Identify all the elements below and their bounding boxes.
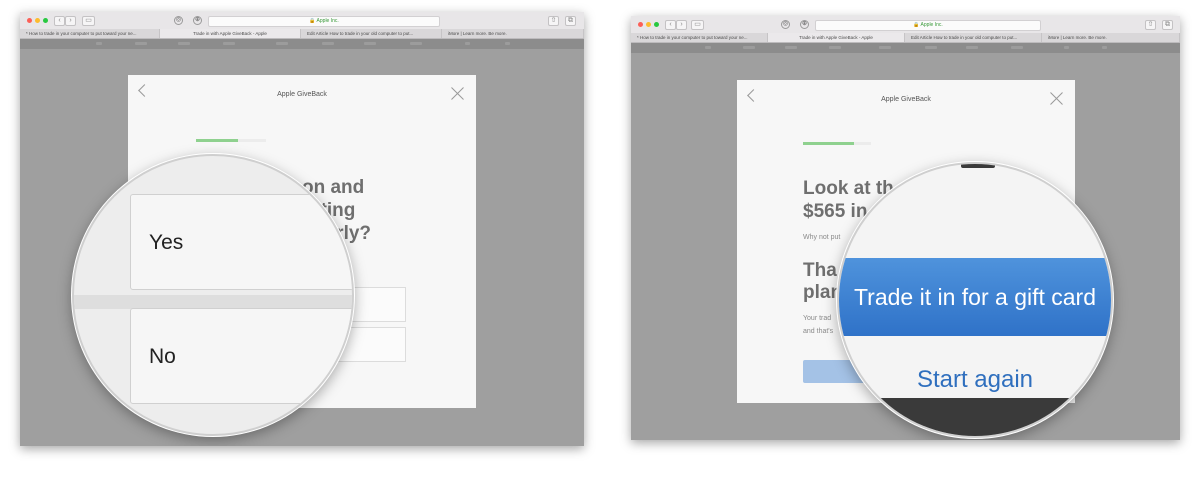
start-again-label: Start again [916, 366, 1034, 393]
nav-item[interactable] [925, 46, 937, 49]
plan-heading-line: Tha [803, 260, 837, 281]
option-yes-button[interactable]: Yes [130, 194, 352, 290]
tabs-overview-icon[interactable]: ⧉ [565, 16, 576, 26]
lens-top-text-remnant [961, 164, 995, 168]
nav-item[interactable] [785, 46, 797, 49]
nav-item[interactable] [829, 46, 841, 49]
back-arrow-icon[interactable]: ‹ [54, 16, 65, 26]
lock-icon: 🔒 [309, 18, 316, 24]
address-bar-url: Apple Inc. [316, 18, 339, 24]
bag-icon[interactable] [505, 42, 510, 45]
progress-bar [803, 142, 871, 145]
nav-item[interactable] [276, 42, 288, 45]
nav-item[interactable] [1011, 46, 1023, 49]
nav-item[interactable] [135, 42, 147, 45]
trade-in-gift-card-button[interactable]: Trade it in for a gift card [839, 258, 1111, 336]
nav-item[interactable] [178, 42, 190, 45]
sidebar-icon[interactable]: ▭ [691, 20, 704, 30]
close-icon[interactable] [451, 87, 464, 100]
modal-title: Apple GiveBack [277, 91, 327, 98]
bag-icon[interactable] [1102, 46, 1107, 49]
search-icon[interactable] [465, 42, 470, 45]
site-nav-bar [20, 39, 584, 49]
minimize-window-button[interactable] [35, 18, 40, 23]
close-window-button[interactable] [638, 22, 643, 27]
reader-icon[interactable]: ◎ [174, 16, 183, 25]
result-subtext: Why not put [803, 234, 841, 241]
option-no-button[interactable]: No [130, 308, 352, 404]
maximize-window-button[interactable] [43, 18, 48, 23]
close-icon[interactable] [1050, 92, 1063, 105]
lock-icon: 🔒 [913, 22, 920, 28]
lens-divider [74, 295, 352, 309]
left-browser-window: ‹ › ▭ ◎ ⊕ 🔒 Apple Inc. ⇧ ⧉ * How to trad… [20, 12, 584, 446]
back-arrow-icon[interactable]: ‹ [665, 20, 676, 30]
tab-bar: * How to trade in your computer to put t… [20, 29, 584, 39]
site-nav-bar [631, 43, 1180, 53]
nav-item[interactable] [410, 42, 422, 45]
address-bar-url: Apple Inc. [920, 22, 943, 28]
option-no-label: No [149, 345, 176, 368]
close-window-button[interactable] [27, 18, 32, 23]
progress-bar [196, 139, 266, 142]
tab-bar: * How to trade in your computer to put t… [631, 33, 1180, 43]
nav-item[interactable] [966, 46, 978, 49]
browser-tab[interactable]: * How to trade in your computer to put t… [20, 29, 160, 38]
magnifier-lens: Yes No [72, 154, 354, 436]
option-yes-label: Yes [149, 231, 184, 254]
result-heading-line: Look at th [803, 178, 894, 199]
magnifier-lens: Trade it in for a gift card Start again [837, 162, 1113, 438]
nav-item[interactable] [322, 42, 334, 45]
nav-item[interactable] [879, 46, 891, 49]
progress-bar-fill [803, 142, 854, 145]
browser-tab-active[interactable]: Trade in with Apple GiveBack - Apple [768, 33, 905, 42]
browser-tab[interactable]: iMore | Learn more. Be more. [442, 29, 584, 38]
nav-item[interactable] [364, 42, 376, 45]
sidebar-icon[interactable]: ▭ [82, 16, 95, 26]
tabs-overview-icon[interactable]: ⧉ [1162, 20, 1173, 30]
search-icon[interactable] [1064, 46, 1069, 49]
reader-icon[interactable]: ◎ [781, 20, 790, 29]
browser-tab[interactable]: * How to trade in your computer to put t… [631, 33, 768, 42]
nav-item[interactable] [223, 42, 235, 45]
browser-tab-active[interactable]: Trade in with Apple GiveBack - Apple [160, 29, 301, 38]
progress-bar-fill [196, 139, 238, 142]
minimize-window-button[interactable] [646, 22, 651, 27]
address-bar[interactable]: 🔒 Apple Inc. [208, 16, 440, 27]
forward-arrow-icon[interactable]: › [676, 20, 687, 30]
right-browser-window: ‹ › ▭ ◎ ⊕ 🔒 Apple Inc. ⇧ ⧉ * How to trad… [631, 16, 1180, 440]
share-icon[interactable]: ⇧ [548, 16, 559, 26]
forward-arrow-icon[interactable]: › [65, 16, 76, 26]
browser-toolbar: ‹ › ▭ ◎ ⊕ 🔒 Apple Inc. ⇧ ⧉ [20, 12, 584, 30]
apple-logo-icon[interactable] [705, 46, 711, 49]
trade-in-gift-card-label: Trade it in for a gift card [853, 284, 1097, 310]
result-heading-line: $565 in [803, 201, 868, 222]
address-bar[interactable]: 🔒 Apple Inc. [815, 20, 1041, 31]
modal-title: Apple GiveBack [881, 96, 931, 103]
globe-icon[interactable]: ⊕ [193, 16, 202, 25]
browser-tab[interactable]: Edit Article How to trade in your old co… [905, 33, 1042, 42]
maximize-window-button[interactable] [654, 22, 659, 27]
browser-toolbar: ‹ › ▭ ◎ ⊕ 🔒 Apple Inc. ⇧ ⧉ [631, 16, 1180, 34]
dark-footer-strip [839, 398, 1111, 436]
plan-text-line: Your trad [803, 315, 832, 322]
start-again-link[interactable]: Start again [839, 366, 1111, 394]
apple-logo-icon[interactable] [96, 42, 102, 45]
globe-icon[interactable]: ⊕ [800, 20, 809, 29]
plan-text-line: and that's [803, 328, 834, 335]
browser-tab[interactable]: Edit Article How to trade in your old co… [301, 29, 442, 38]
browser-tab[interactable]: iMore | Learn more. Be more. [1042, 33, 1180, 42]
nav-item[interactable] [743, 46, 755, 49]
share-icon[interactable]: ⇧ [1145, 20, 1156, 30]
